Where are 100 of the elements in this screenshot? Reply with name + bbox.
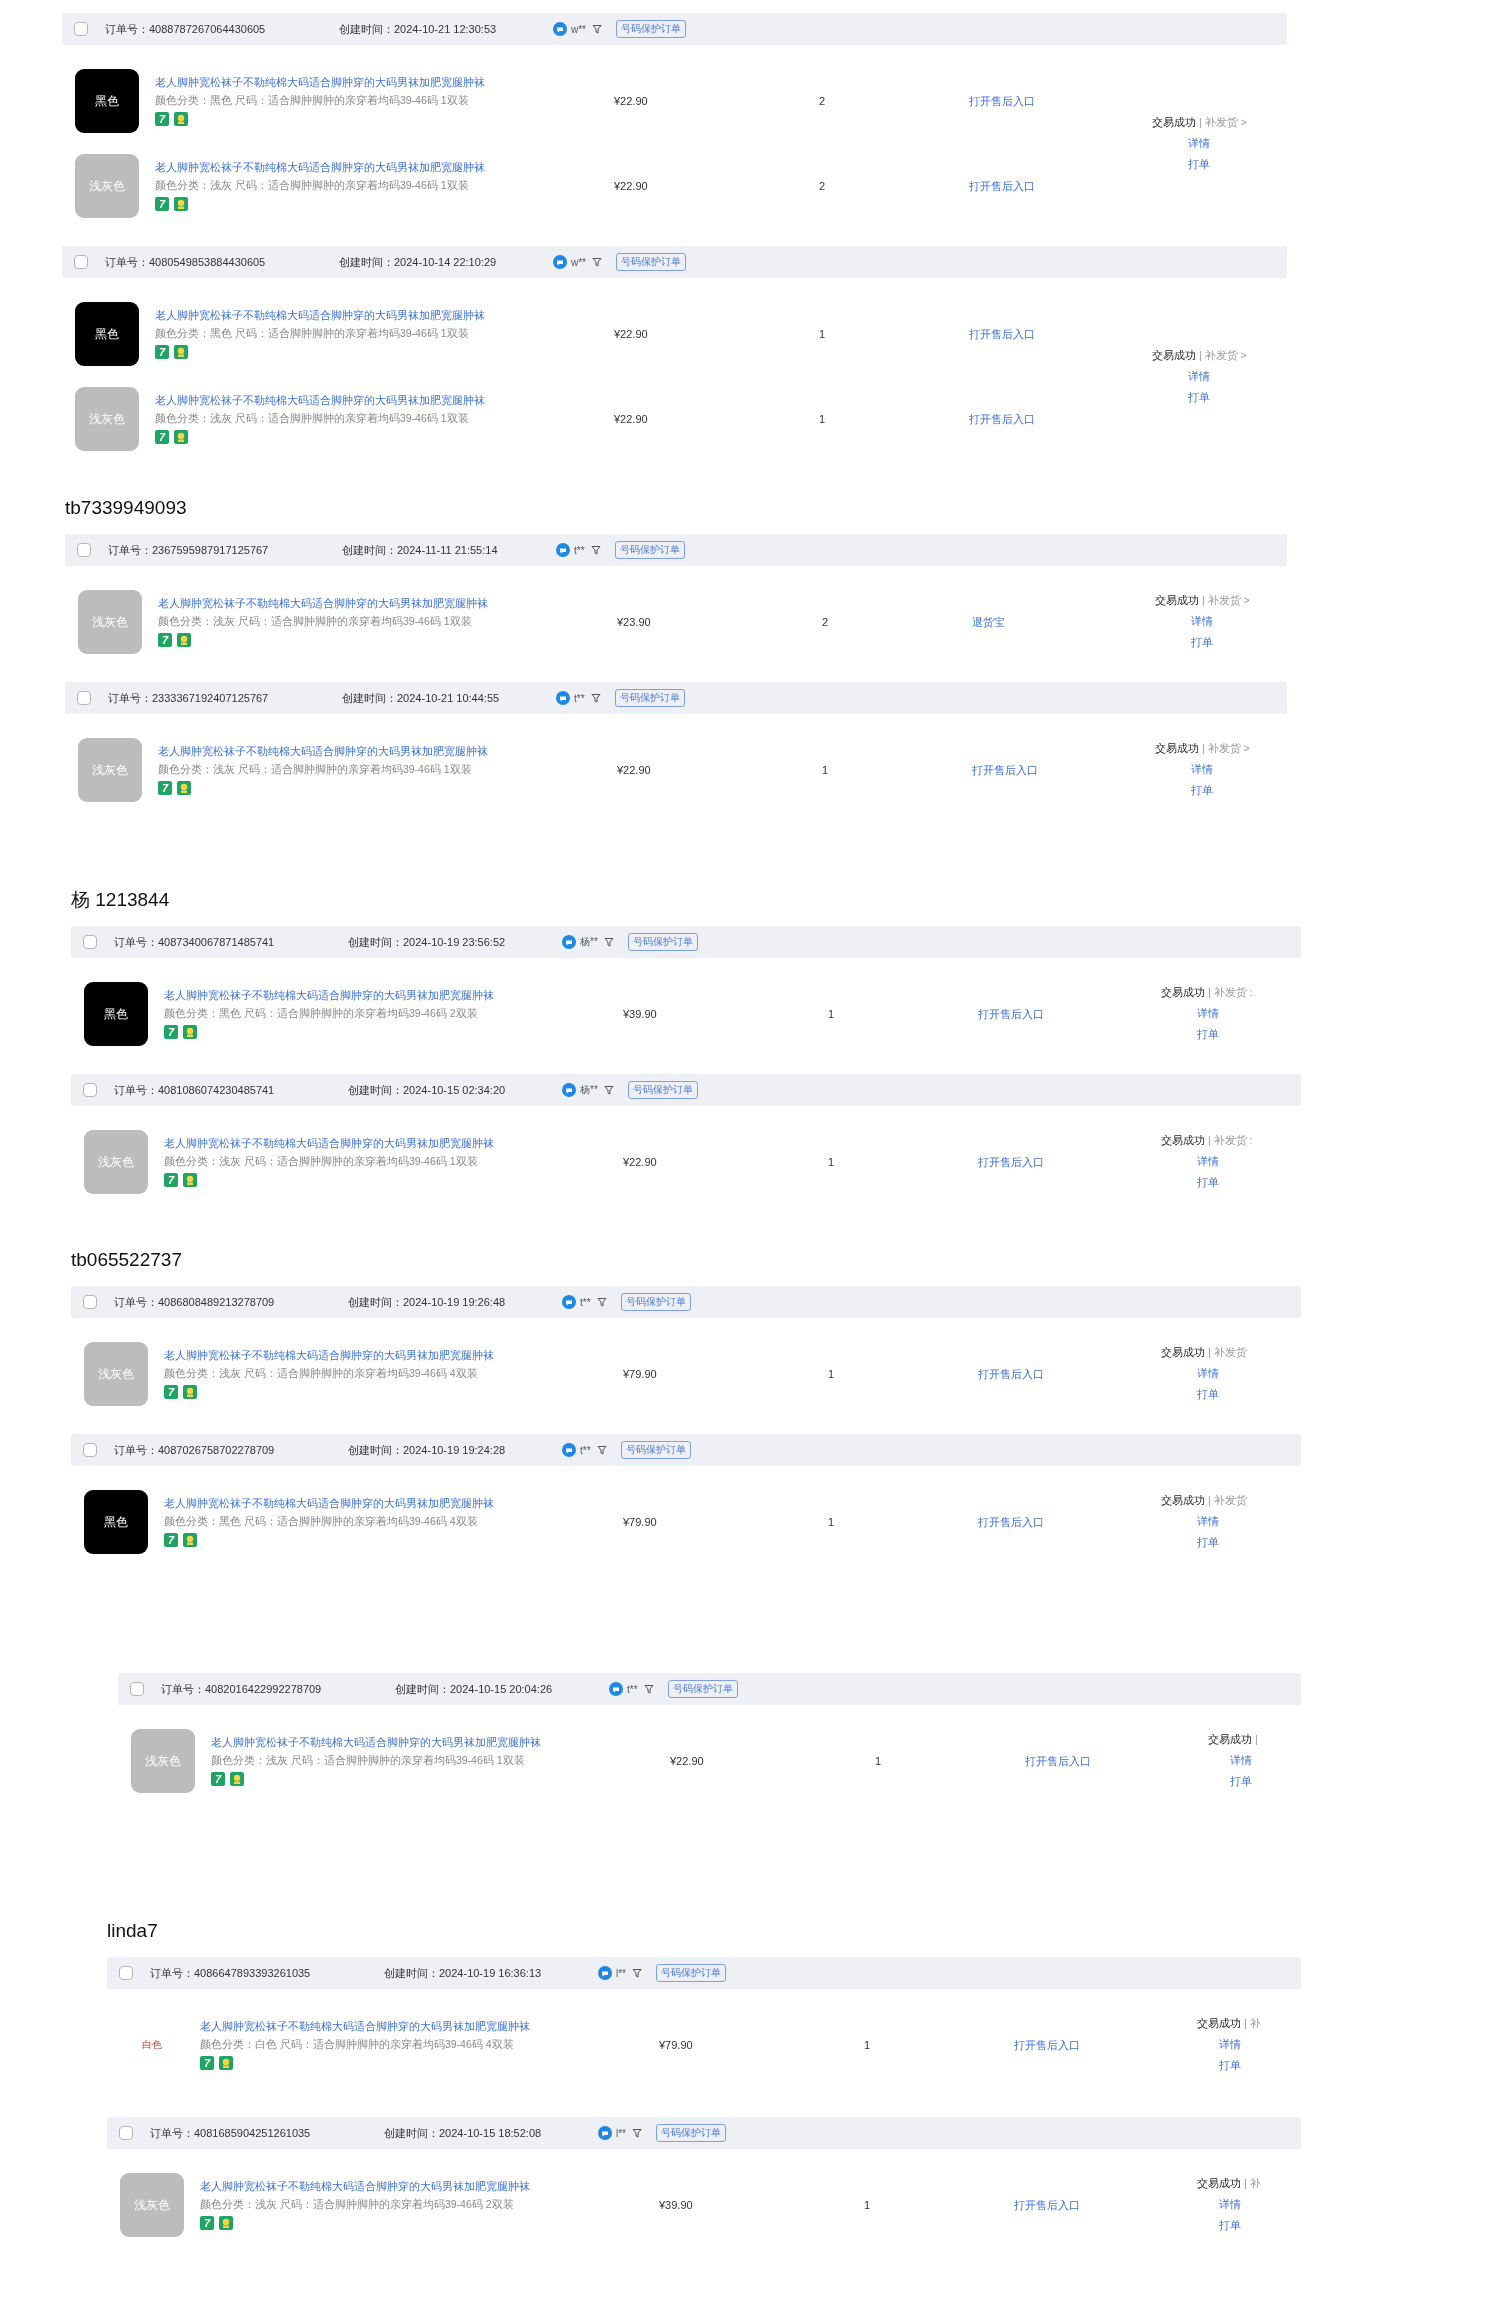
product-title[interactable]: 老人脚肿宽松袜子不勒纯棉大码适合脚肿穿的大码男袜加肥宽腿肿袜 — [164, 1137, 494, 1151]
product-title[interactable]: 老人脚肿宽松袜子不勒纯棉大码适合脚肿穿的大码男袜加肥宽腿肿袜 — [164, 1349, 494, 1363]
reissue-link[interactable]: | 补发货 > — [1202, 742, 1250, 756]
chat-icon[interactable] — [562, 1295, 576, 1309]
chat-icon[interactable] — [562, 935, 576, 949]
after-sale-link[interactable]: 打开售后入口 — [969, 178, 1035, 194]
product-title[interactable]: 老人脚肿宽松袜子不勒纯棉大码适合脚肿穿的大码男袜加肥宽腿肿袜 — [155, 309, 485, 323]
product-thumbnail[interactable]: 黑色 — [75, 69, 139, 133]
product-title[interactable]: 老人脚肿宽松袜子不勒纯棉大码适合脚肿穿的大码男袜加肥宽腿肿袜 — [200, 2020, 530, 2034]
product-spec: 颜色分类：浅灰 尺码：适合脚肿脚肿的亲穿着均码39-46码 1双装 — [211, 1754, 525, 1768]
chat-icon[interactable] — [553, 22, 567, 36]
product-thumbnail[interactable]: 黑色 — [84, 1490, 148, 1554]
print-link[interactable]: 打单 — [1219, 2219, 1241, 2233]
reissue-link[interactable]: | 补发货 : — [1208, 986, 1253, 1000]
chat-icon[interactable] — [609, 1682, 623, 1696]
product-title[interactable]: 老人脚肿宽松袜子不勒纯棉大码适合脚肿穿的大码男袜加肥宽腿肿袜 — [164, 1497, 494, 1511]
chat-icon[interactable] — [556, 691, 570, 705]
print-link[interactable]: 打单 — [1197, 1536, 1219, 1550]
product-title[interactable]: 老人脚肿宽松袜子不勒纯棉大码适合脚肿穿的大码男袜加肥宽腿肿袜 — [158, 597, 488, 611]
order-checkbox[interactable] — [83, 1443, 97, 1457]
print-link[interactable]: 打单 — [1197, 1388, 1219, 1402]
order-checkbox[interactable] — [74, 255, 88, 269]
after-sale-link[interactable]: 打开售后入口 — [978, 1514, 1044, 1530]
after-sale-link[interactable]: 打开售后入口 — [972, 762, 1038, 778]
product-title[interactable]: 老人脚肿宽松袜子不勒纯棉大码适合脚肿穿的大码男袜加肥宽腿肿袜 — [155, 76, 485, 90]
after-sale-link[interactable]: 打开售后入口 — [1014, 2197, 1080, 2213]
filter-icon[interactable] — [603, 1085, 614, 1095]
filter-icon[interactable] — [592, 24, 602, 34]
detail-link[interactable]: 详情 — [1197, 1515, 1219, 1529]
print-link[interactable]: 打单 — [1188, 390, 1210, 405]
print-link[interactable]: 打单 — [1188, 157, 1210, 172]
filter-icon[interactable] — [596, 1297, 607, 1307]
order-checkbox[interactable] — [119, 2126, 133, 2140]
reissue-link[interactable]: | 补发货 : — [1208, 1134, 1253, 1148]
product-title[interactable]: 老人脚肿宽松袜子不勒纯棉大码适合脚肿穿的大码男袜加肥宽腿肿袜 — [155, 394, 485, 408]
after-sale-link[interactable]: 打开售后入口 — [978, 1006, 1044, 1022]
reissue-link[interactable]: | — [1255, 1733, 1258, 1747]
detail-link[interactable]: 详情 — [1219, 2198, 1241, 2212]
after-sale-link[interactable]: 打开售后入口 — [1014, 2037, 1080, 2053]
after-sale-link[interactable]: 打开售后入口 — [978, 1366, 1044, 1382]
print-link[interactable]: 打单 — [1219, 2059, 1241, 2073]
filter-icon[interactable] — [632, 2128, 642, 2138]
detail-link[interactable]: 详情 — [1197, 1367, 1219, 1381]
filter-icon[interactable] — [643, 1684, 654, 1694]
detail-link[interactable]: 详情 — [1188, 136, 1210, 151]
reissue-link[interactable]: | 补 — [1244, 2017, 1261, 2031]
order-checkbox[interactable] — [77, 543, 91, 557]
after-sale-link[interactable]: 打开售后入口 — [978, 1154, 1044, 1170]
filter-icon[interactable] — [590, 545, 601, 555]
reissue-link[interactable]: | 补发货 — [1208, 1494, 1247, 1508]
product-thumbnail[interactable]: 黑色 — [75, 302, 139, 366]
item-quantity: 1 — [819, 328, 826, 340]
filter-icon[interactable] — [590, 693, 601, 703]
detail-link[interactable]: 详情 — [1191, 763, 1213, 777]
reissue-link[interactable]: | 补发货 > — [1199, 348, 1247, 363]
after-sale-link[interactable]: 打开售后入口 — [969, 411, 1035, 427]
order-checkbox[interactable] — [77, 691, 91, 705]
after-sale-link[interactable]: 打开售后入口 — [969, 326, 1035, 342]
reissue-link[interactable]: | 补发货 > — [1202, 594, 1250, 608]
product-title[interactable]: 老人脚肿宽松袜子不勒纯棉大码适合脚肿穿的大码男袜加肥宽腿肿袜 — [164, 989, 494, 1003]
filter-icon[interactable] — [596, 1445, 607, 1455]
chat-icon[interactable] — [598, 2126, 612, 2140]
product-thumbnail[interactable]: 黑色 — [84, 982, 148, 1046]
product-title[interactable]: 老人脚肿宽松袜子不勒纯棉大码适合脚肿穿的大码男袜加肥宽腿肿袜 — [200, 2180, 530, 2194]
print-link[interactable]: 打单 — [1191, 636, 1213, 650]
order-checkbox[interactable] — [130, 1682, 144, 1696]
product-title[interactable]: 老人脚肿宽松袜子不勒纯棉大码适合脚肿穿的大码男袜加肥宽腿肿袜 — [158, 745, 488, 759]
print-link[interactable]: 打单 — [1197, 1028, 1219, 1042]
detail-link[interactable]: 详情 — [1197, 1007, 1219, 1021]
reissue-link[interactable]: | 补发货 > — [1199, 115, 1247, 130]
filter-icon[interactable] — [632, 1968, 642, 1978]
filter-icon[interactable] — [592, 257, 602, 267]
after-sale-link[interactable]: 打开售后入口 — [1025, 1753, 1091, 1769]
detail-link[interactable]: 详情 — [1219, 2038, 1241, 2052]
chat-icon[interactable] — [553, 255, 567, 269]
chat-icon[interactable] — [562, 1083, 576, 1097]
product-spec: 颜色分类：黑色 尺码：适合脚肿脚肿的亲穿着均码39-46码 1双装 — [155, 327, 469, 341]
print-link[interactable]: 打单 — [1191, 784, 1213, 798]
order-checkbox[interactable] — [83, 935, 97, 949]
order-checkbox[interactable] — [83, 1295, 97, 1309]
print-link[interactable]: 打单 — [1197, 1176, 1219, 1190]
order-checkbox[interactable] — [74, 22, 88, 36]
order-checkbox[interactable] — [119, 1966, 133, 1980]
product-title[interactable]: 老人脚肿宽松袜子不勒纯棉大码适合脚肿穿的大码男袜加肥宽腿肿袜 — [211, 1736, 541, 1750]
chat-icon[interactable] — [556, 543, 570, 557]
filter-icon[interactable] — [603, 937, 614, 947]
chat-icon[interactable] — [598, 1966, 612, 1980]
detail-link[interactable]: 详情 — [1197, 1155, 1219, 1169]
reissue-link[interactable]: | 补发货 — [1208, 1346, 1247, 1360]
buyer-name: linda7 — [107, 1919, 158, 1943]
reissue-link[interactable]: | 补 — [1244, 2177, 1261, 2191]
product-title[interactable]: 老人脚肿宽松袜子不勒纯棉大码适合脚肿穿的大码男袜加肥宽腿肿袜 — [155, 161, 485, 175]
chat-icon[interactable] — [562, 1443, 576, 1457]
order-checkbox[interactable] — [83, 1083, 97, 1097]
detail-link[interactable]: 详情 — [1188, 369, 1210, 384]
detail-link[interactable]: 详情 — [1191, 615, 1213, 629]
print-link[interactable]: 打单 — [1230, 1775, 1252, 1789]
detail-link[interactable]: 详情 — [1230, 1754, 1252, 1768]
after-sale-link[interactable]: 打开售后入口 — [969, 93, 1035, 109]
after-sale-link[interactable]: 退货宝 — [972, 614, 1005, 630]
